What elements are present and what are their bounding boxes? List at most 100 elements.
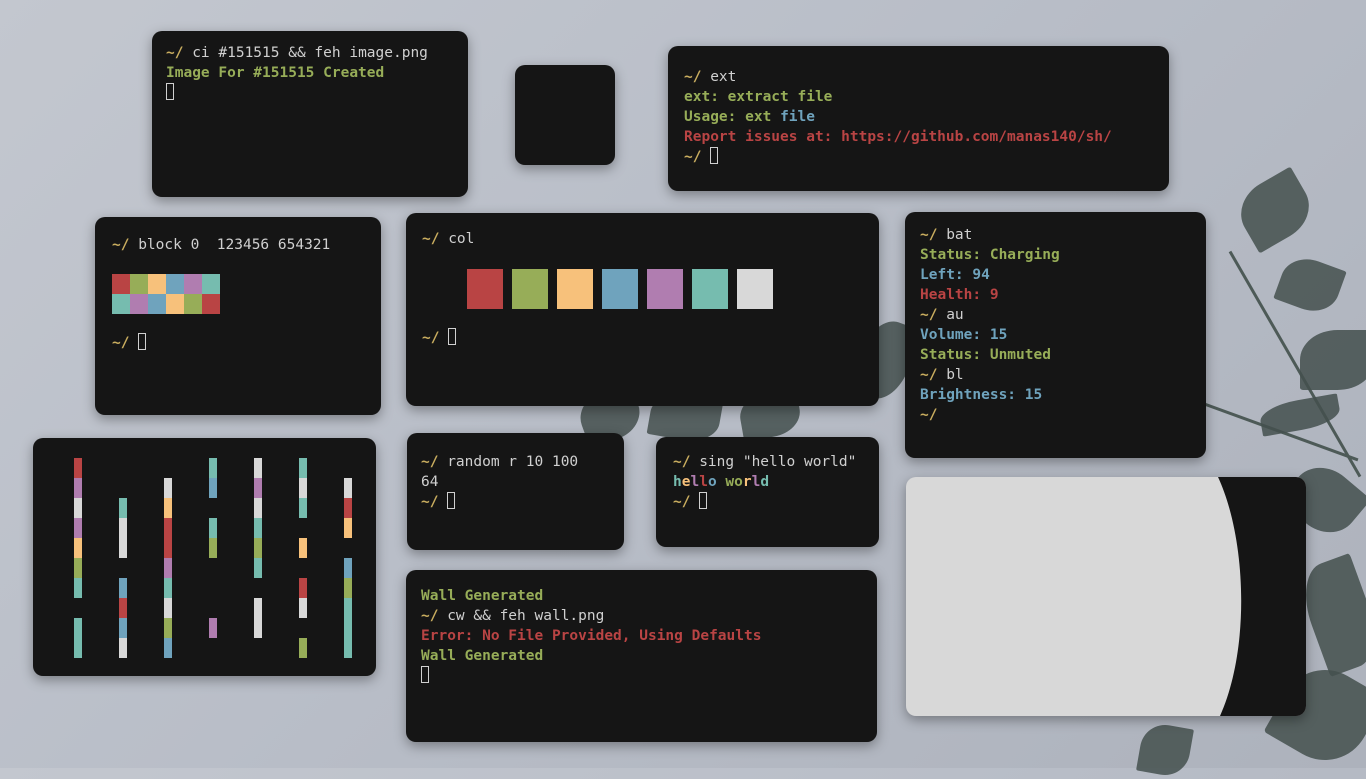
color-bar-segment xyxy=(344,638,352,658)
swatch-blue xyxy=(602,269,638,309)
error-text: Error: No File Provided, Using Defaults xyxy=(421,628,762,644)
label: Health: xyxy=(920,287,982,303)
prompt: ~/ xyxy=(684,149,702,165)
battery-status: Charging xyxy=(989,247,1060,263)
terminal-window-ci[interactable]: ~/ ci #151515 && feh image.png Image For… xyxy=(152,31,468,197)
color-bars-visual xyxy=(33,438,376,676)
prompt: ~/ xyxy=(673,454,691,470)
color-bar-segment xyxy=(344,578,352,598)
label: Usage: xyxy=(684,109,737,125)
color-bar-segment xyxy=(164,558,172,578)
color-bar-segment xyxy=(119,518,127,538)
color-bar-segment xyxy=(344,598,352,618)
letter: h xyxy=(673,474,682,490)
letter: o xyxy=(707,474,717,490)
prompt: ~/ xyxy=(422,231,440,247)
color-bar-segment xyxy=(254,618,262,638)
command-text: ext xyxy=(710,69,737,85)
swatch-cyan xyxy=(692,269,728,309)
label: Brightness: xyxy=(920,387,1017,403)
color-bar-segment xyxy=(74,538,82,558)
color-bar-segment xyxy=(119,638,127,658)
color-bar-segment xyxy=(254,478,262,498)
command-text: au xyxy=(946,307,964,323)
color-bar-segment xyxy=(344,618,352,638)
letter: d xyxy=(760,474,770,490)
terminal-window-blank[interactable] xyxy=(515,65,615,165)
letter: l xyxy=(690,474,700,490)
label: ext: xyxy=(684,89,719,105)
text-cursor xyxy=(448,328,457,345)
terminal-window-bars[interactable] xyxy=(33,438,376,676)
label: Left: xyxy=(920,267,964,283)
value: ext xyxy=(745,109,772,125)
color-bar-segment xyxy=(119,498,127,518)
prompt: ~/ xyxy=(421,454,439,470)
color-bar-segment xyxy=(209,518,217,538)
wallpaper-preview-window[interactable] xyxy=(906,477,1306,716)
rainbow-output: hello world xyxy=(673,472,862,492)
swatch-yellow xyxy=(557,269,593,309)
terminal-window-block[interactable]: ~/ block 0 123456 654321 ~/ xyxy=(95,217,381,415)
text-cursor xyxy=(710,147,719,164)
swatch-red xyxy=(467,269,503,309)
color-bar-segment xyxy=(344,558,352,578)
command-text: random r 10 100 xyxy=(447,454,579,470)
color-bar-segment xyxy=(119,538,127,558)
prompt: ~/ xyxy=(166,45,184,61)
color-bar-segment xyxy=(164,518,172,538)
color-bar-segment xyxy=(119,598,127,618)
color-bar-segment xyxy=(74,578,82,598)
color-bar-segment xyxy=(74,458,82,478)
letter: w xyxy=(725,474,735,490)
audio-status: Unmuted xyxy=(989,347,1051,363)
command-text: block 0 123456 654321 xyxy=(138,237,331,253)
terminal-window-random[interactable]: ~/ random r 10 100 64 ~/ xyxy=(407,433,624,550)
letter: r xyxy=(742,474,752,490)
color-bar-segment xyxy=(119,578,127,598)
prompt: ~/ xyxy=(112,237,130,253)
output-text: Wall Generated xyxy=(421,648,544,664)
report-link[interactable]: Report issues at: https://github.com/man… xyxy=(684,127,1153,147)
prompt: ~/ xyxy=(920,407,938,423)
prompt: ~/ xyxy=(920,307,938,323)
color-bar-segment xyxy=(164,538,172,558)
output-text: Image For #151515 Created xyxy=(166,65,385,81)
text-cursor xyxy=(166,83,174,100)
color-block-grid xyxy=(112,274,364,314)
color-bar-segment xyxy=(254,598,262,618)
command-text: col xyxy=(448,231,475,247)
color-bar-segment xyxy=(299,458,307,478)
command-text: ci #151515 && feh image.png xyxy=(192,45,428,61)
block-cell xyxy=(112,274,130,294)
terminal-window-ext[interactable]: ~/ ext ext: extract file Usage: ext file… xyxy=(668,46,1169,191)
value: file xyxy=(780,109,815,125)
color-bar-segment xyxy=(344,518,352,538)
block-cell xyxy=(130,274,148,294)
output-text: 64 xyxy=(421,474,439,490)
color-swatches xyxy=(467,269,863,309)
brightness-value: 15 xyxy=(1024,387,1043,403)
terminal-window-col[interactable]: ~/ col ~/ xyxy=(406,213,879,406)
block-cell xyxy=(202,294,220,314)
color-bar-segment xyxy=(344,498,352,518)
letter: o xyxy=(734,474,743,490)
terminal-window-cw[interactable]: Wall Generated ~/ cw && feh wall.png Err… xyxy=(406,570,877,742)
prompt: ~/ xyxy=(422,330,440,346)
color-bar-segment xyxy=(299,538,307,558)
color-bar-segment xyxy=(74,638,82,658)
text-cursor xyxy=(699,492,708,509)
block-cell xyxy=(130,294,148,314)
output-text: Wall Generated xyxy=(421,588,544,604)
color-bar-segment xyxy=(299,578,307,598)
terminal-window-status[interactable]: ~/ bat Status: Charging Left: 94 Health:… xyxy=(905,212,1206,458)
swatch-magenta xyxy=(647,269,683,309)
color-bar-segment xyxy=(164,638,172,658)
color-bar-segment xyxy=(299,638,307,658)
color-bar-segment xyxy=(254,538,262,558)
terminal-window-sing[interactable]: ~/ sing "hello world" hello world ~/ xyxy=(656,437,879,547)
battery-health: 9 xyxy=(989,287,999,303)
block-cell xyxy=(112,294,130,314)
block-cell xyxy=(166,274,184,294)
color-bar-segment xyxy=(299,498,307,518)
